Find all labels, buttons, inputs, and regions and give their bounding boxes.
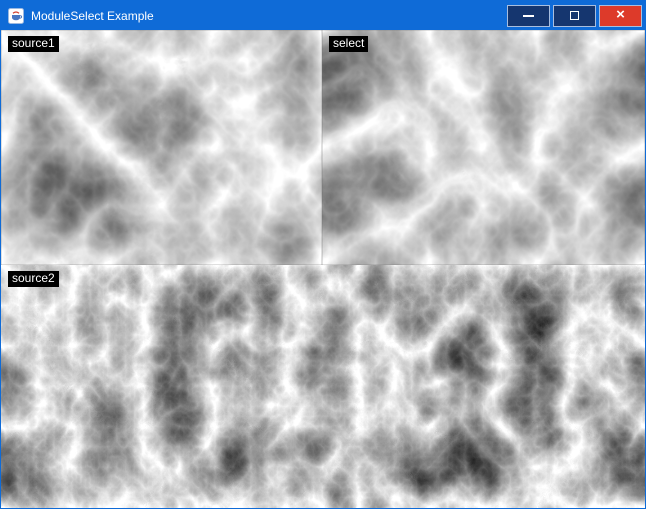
panel-label-source1: source1 <box>8 36 59 52</box>
window-title: ModuleSelect Example <box>31 9 154 23</box>
select-noise-image <box>322 30 645 265</box>
minimize-icon <box>523 15 534 17</box>
titlebar[interactable]: ModuleSelect Example × <box>1 1 645 30</box>
java-app-icon <box>8 8 24 24</box>
source2-noise-image <box>1 265 645 508</box>
java-coffee-cup-icon <box>8 8 24 24</box>
panel-label-source2: source2 <box>8 271 59 287</box>
client-area: source1 <box>1 30 645 508</box>
app-window: ModuleSelect Example × <box>0 0 646 509</box>
close-icon: × <box>616 7 625 22</box>
panel-label-select: select <box>329 36 368 52</box>
close-button[interactable]: × <box>599 5 642 27</box>
source1-noise-image <box>1 30 322 265</box>
maximize-button[interactable] <box>553 5 596 27</box>
panel-source1: source1 <box>1 30 322 265</box>
panel-source2: source2 <box>1 265 645 508</box>
minimize-button[interactable] <box>507 5 550 27</box>
maximize-icon <box>570 11 579 20</box>
window-controls: × <box>507 5 642 27</box>
panel-select: select <box>322 30 645 265</box>
